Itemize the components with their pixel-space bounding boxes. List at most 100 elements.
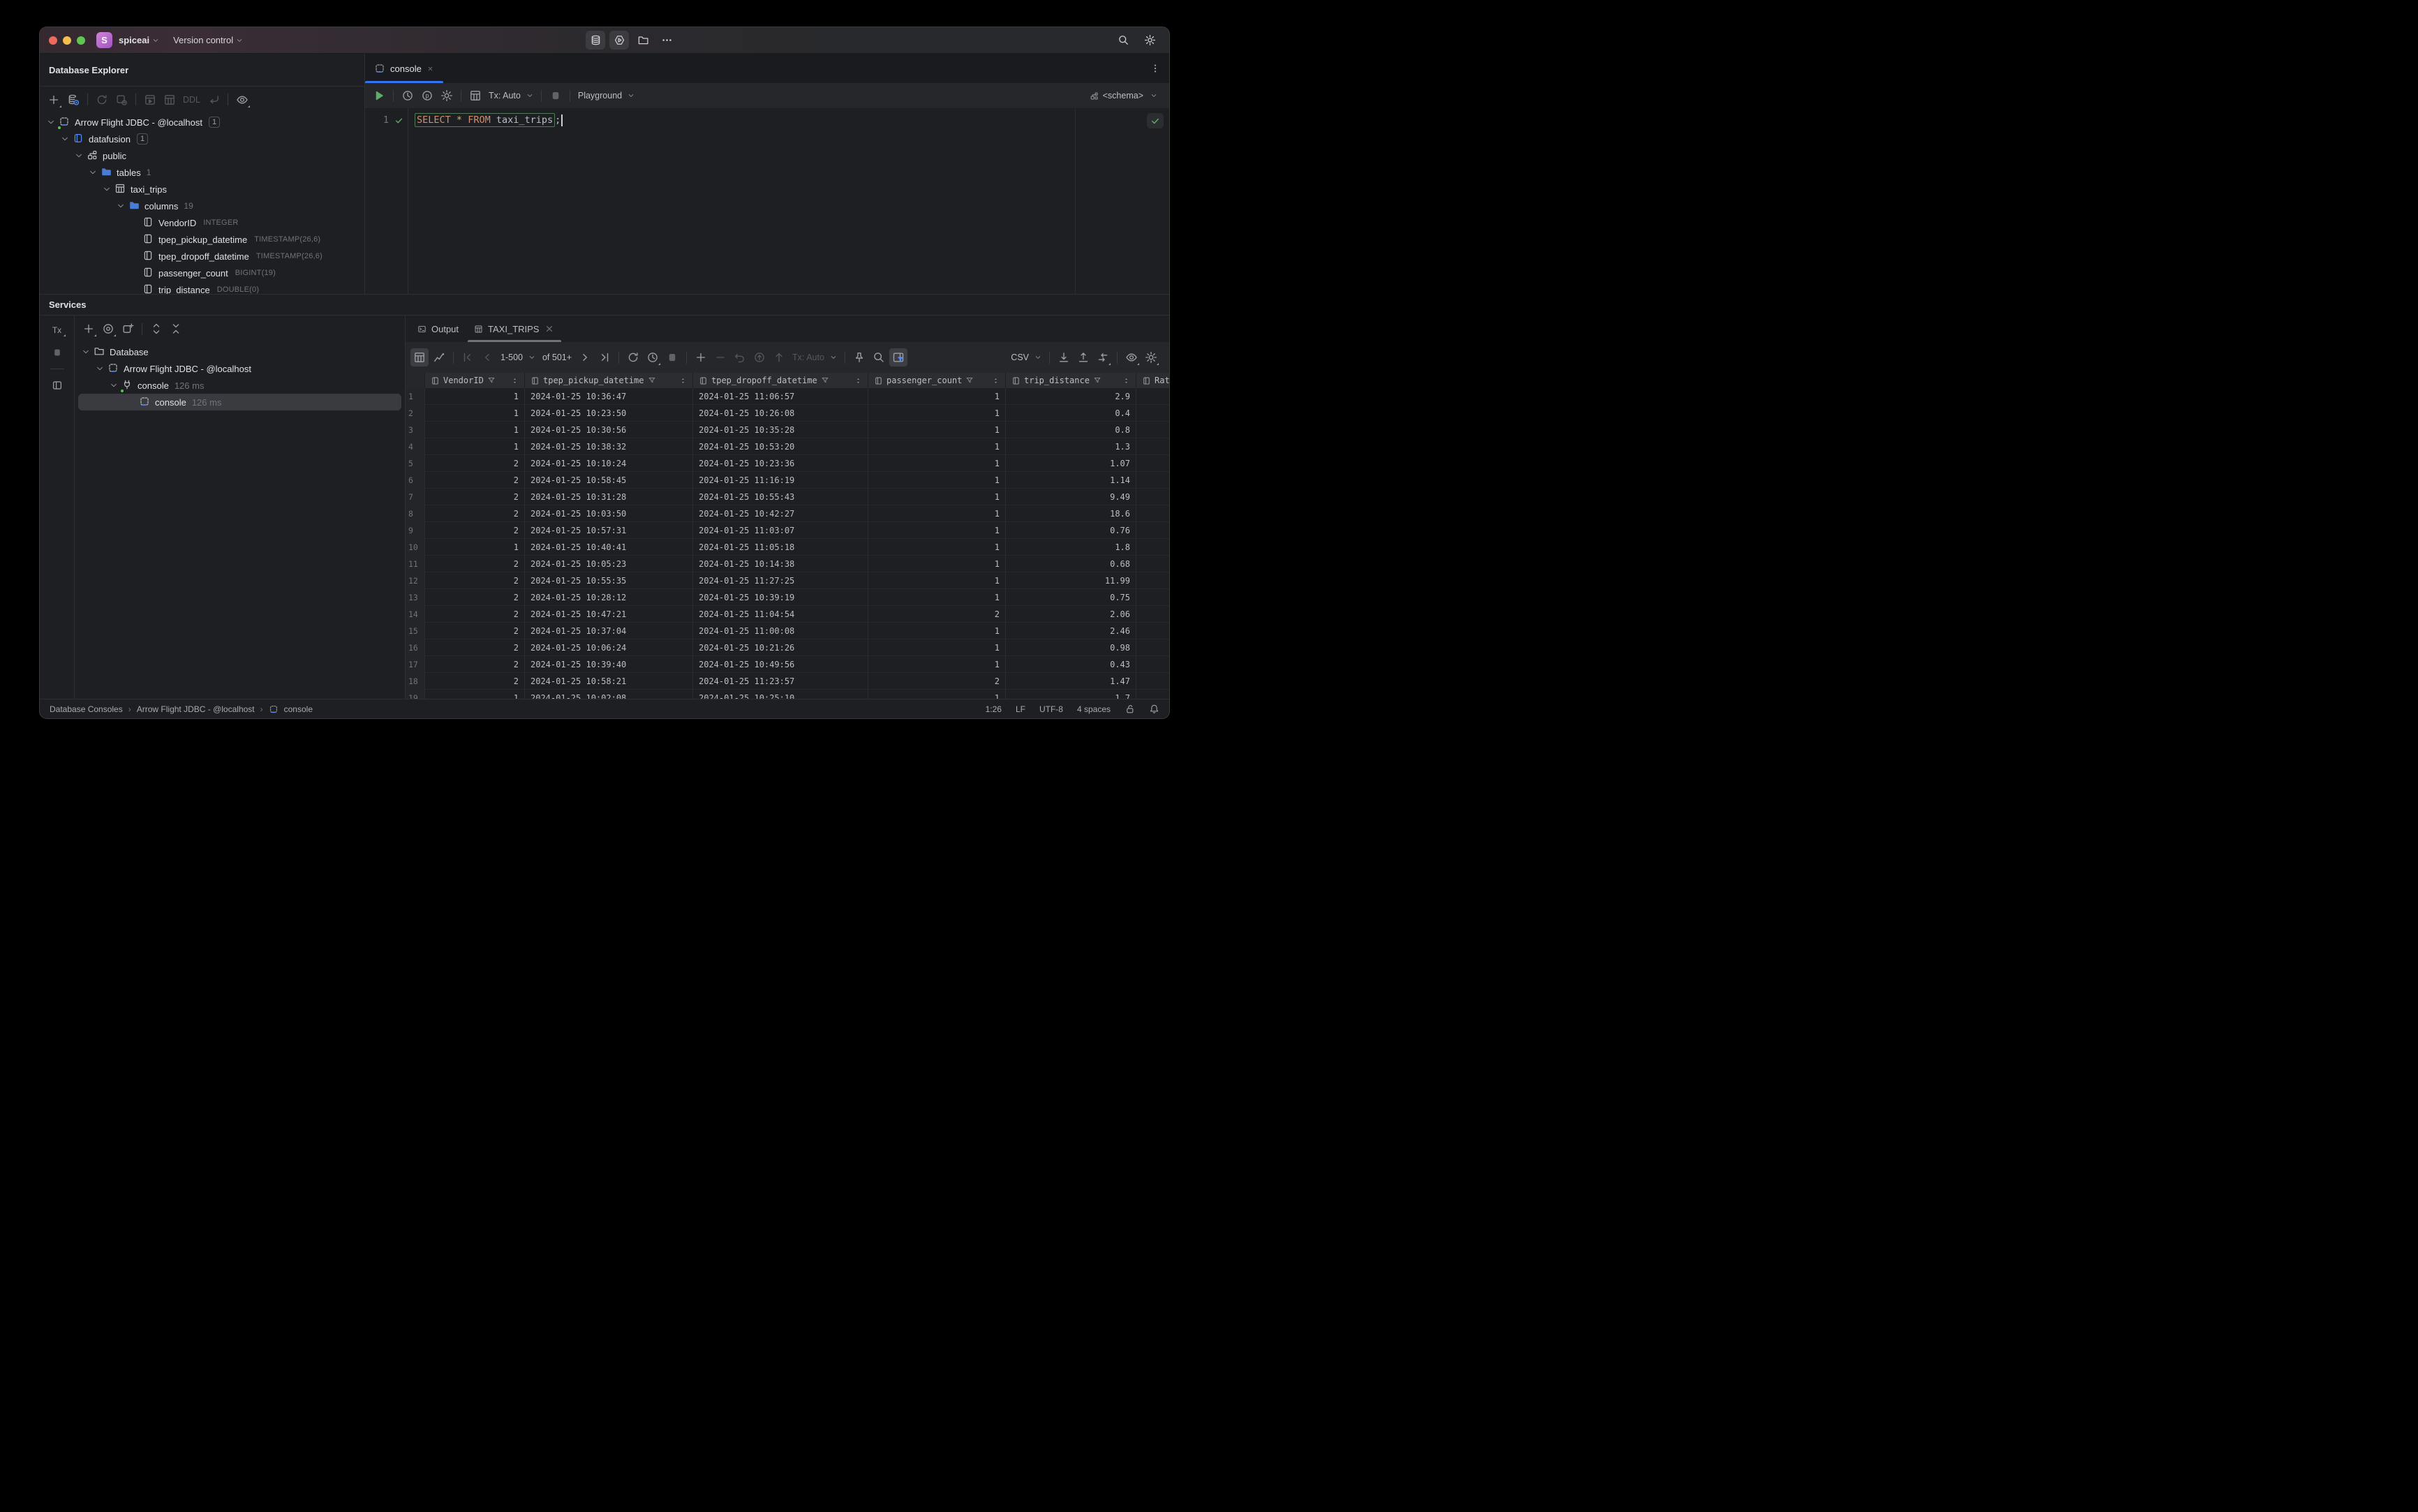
ddl-button[interactable]: DDL xyxy=(180,91,203,109)
cell[interactable] xyxy=(1136,455,1169,472)
cell[interactable]: 2 xyxy=(425,472,525,489)
column-header-trip_distance[interactable]: trip_distance xyxy=(1006,373,1136,388)
cell[interactable]: 2024-01-25 10:02:08 xyxy=(525,690,693,699)
tree-item-columns[interactable]: columns 19 xyxy=(40,198,364,214)
cell[interactable] xyxy=(1136,656,1169,673)
cell[interactable]: 1 xyxy=(868,388,1006,405)
cell[interactable]: 1 xyxy=(425,438,525,455)
cell[interactable]: 2 xyxy=(425,623,525,639)
cell[interactable]: 2024-01-25 11:00:08 xyxy=(693,623,868,639)
version-control-menu[interactable]: Version control xyxy=(173,35,233,45)
show-options-button[interactable] xyxy=(99,320,117,338)
cell[interactable] xyxy=(1136,556,1169,572)
cell[interactable]: 1 xyxy=(868,589,1006,606)
cell[interactable]: 2024-01-25 10:36:47 xyxy=(525,388,693,405)
cell[interactable]: 2024-01-25 10:35:28 xyxy=(693,422,868,438)
last-page-button[interactable] xyxy=(595,348,614,366)
cell[interactable]: 2024-01-25 10:55:43 xyxy=(693,489,868,505)
cell[interactable]: 2024-01-25 10:47:21 xyxy=(525,606,693,623)
cell[interactable]: 1 xyxy=(868,556,1006,572)
cell[interactable]: 2 xyxy=(425,589,525,606)
tx-mode-select[interactable]: Tx: Auto xyxy=(486,87,536,105)
cell[interactable]: 2024-01-25 10:38:32 xyxy=(525,438,693,455)
new-query-console-button[interactable] xyxy=(141,91,159,109)
find-button[interactable] xyxy=(870,348,888,366)
cell[interactable]: 1 xyxy=(868,455,1006,472)
cell[interactable]: 2024-01-25 11:03:07 xyxy=(693,522,868,539)
tx-mode-button[interactable]: Tx xyxy=(51,324,66,336)
view-options-button[interactable] xyxy=(233,91,251,109)
download-data-button[interactable] xyxy=(1055,348,1073,366)
cell[interactable]: 2024-01-25 10:49:56 xyxy=(693,656,868,673)
chevron-down-icon[interactable] xyxy=(61,135,70,143)
cell[interactable] xyxy=(1136,489,1169,505)
cell[interactable]: 1.07 xyxy=(1006,455,1136,472)
sort-icon[interactable] xyxy=(854,377,862,385)
cell[interactable]: 2024-01-25 10:58:45 xyxy=(525,472,693,489)
cell[interactable]: 1.47 xyxy=(1006,673,1136,690)
chevron-down-icon[interactable] xyxy=(103,185,112,193)
line-separator[interactable]: LF xyxy=(1016,704,1025,714)
delete-row-button[interactable] xyxy=(711,348,729,366)
project-menu[interactable]: spiceai xyxy=(119,35,149,45)
run-button[interactable] xyxy=(370,87,388,105)
chart-view-button[interactable] xyxy=(430,348,448,366)
cell[interactable]: 2024-01-25 10:23:50 xyxy=(525,405,693,422)
cell[interactable]: 1 xyxy=(868,690,1006,699)
cell[interactable]: 1 xyxy=(868,505,1006,522)
previous-page-button[interactable] xyxy=(478,348,496,366)
cell[interactable]: 2024-01-25 11:23:57 xyxy=(693,673,868,690)
cell[interactable]: 2024-01-25 10:58:21 xyxy=(525,673,693,690)
view-options-button[interactable] xyxy=(1122,348,1141,366)
cell[interactable]: 1.14 xyxy=(1006,472,1136,489)
open-in-new-tab-button[interactable] xyxy=(119,320,137,338)
cell[interactable]: 2024-01-25 10:57:31 xyxy=(525,522,693,539)
cell[interactable] xyxy=(1136,639,1169,656)
cell[interactable] xyxy=(1136,539,1169,556)
cell[interactable]: 0.76 xyxy=(1006,522,1136,539)
cell[interactable] xyxy=(1136,572,1169,589)
cell[interactable]: 1 xyxy=(425,690,525,699)
cell[interactable] xyxy=(1136,690,1169,699)
cell[interactable]: 2 xyxy=(425,489,525,505)
jump-to-editor-button[interactable] xyxy=(205,91,223,109)
column-header-passenger_count[interactable]: passenger_count xyxy=(868,373,1006,388)
tree-item-public[interactable]: public xyxy=(40,147,364,164)
chevron-down-icon[interactable] xyxy=(89,168,98,177)
tree-item-tpep-pickup-datetime[interactable]: tpep_pickup_datetime TIMESTAMP(26,6) xyxy=(40,231,364,248)
duplicate-button[interactable] xyxy=(112,91,131,109)
next-page-button[interactable] xyxy=(576,348,594,366)
cell[interactable]: 1 xyxy=(868,438,1006,455)
tree-item-tpep-dropoff-datetime[interactable]: tpep_dropoff_datetime TIMESTAMP(26,6) xyxy=(40,248,364,265)
file-encoding[interactable]: UTF-8 xyxy=(1039,704,1063,714)
cell[interactable]: 1 xyxy=(868,489,1006,505)
cell[interactable]: 2 xyxy=(425,572,525,589)
cell[interactable]: 11.99 xyxy=(1006,572,1136,589)
cell[interactable]: 2 xyxy=(425,673,525,690)
cell[interactable]: 2024-01-25 10:14:38 xyxy=(693,556,868,572)
cell[interactable] xyxy=(1136,405,1169,422)
new-button[interactable] xyxy=(45,91,63,109)
tree-item-arrow-flight-jdbc-localhost[interactable]: Arrow Flight JDBC - @localhost xyxy=(75,360,405,377)
cell[interactable] xyxy=(1136,623,1169,639)
sort-icon[interactable] xyxy=(511,377,519,385)
tree-item-console[interactable]: console 126 ms xyxy=(75,377,405,394)
cell[interactable]: 0.98 xyxy=(1006,639,1136,656)
add-row-button[interactable] xyxy=(692,348,710,366)
cell[interactable]: 2 xyxy=(425,606,525,623)
page-size-select[interactable]: 1-500 xyxy=(498,348,538,366)
filter-funnel-icon[interactable] xyxy=(487,376,496,385)
filter-funnel-icon[interactable] xyxy=(648,376,656,385)
breadcrumb-item[interactable]: Arrow Flight JDBC - @localhost xyxy=(137,704,255,714)
tab-console[interactable]: console xyxy=(365,54,443,83)
cell[interactable]: 2024-01-25 11:04:54 xyxy=(693,606,868,623)
more-actions-button[interactable] xyxy=(657,31,676,50)
pin-tab-button[interactable] xyxy=(850,348,868,366)
cell[interactable]: 1 xyxy=(425,405,525,422)
cell[interactable] xyxy=(1136,589,1169,606)
cell[interactable]: 1 xyxy=(868,656,1006,673)
cell[interactable] xyxy=(1136,438,1169,455)
tree-item-vendorid[interactable]: VendorID INTEGER xyxy=(40,214,364,231)
sort-icon[interactable] xyxy=(679,377,687,385)
chevron-down-icon[interactable] xyxy=(96,364,105,373)
